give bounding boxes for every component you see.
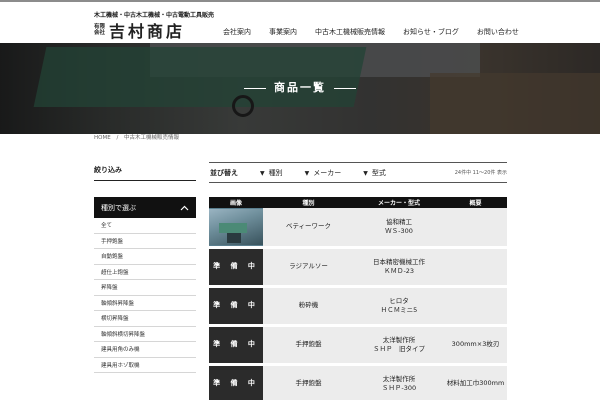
- nav-company[interactable]: 会社案内: [223, 27, 251, 37]
- category-item[interactable]: 建具用ホゾ取機: [94, 358, 196, 373]
- sort-dropdown-type[interactable]: ▼ 種別: [260, 168, 283, 178]
- table-row[interactable]: 準 備 中 手押鉋盤 太洋製作所 ＳＨＰ-300 材料加工巾300mm: [209, 364, 507, 400]
- sort-dropdown-model[interactable]: ▼ 型式: [363, 168, 386, 178]
- category-item[interactable]: 手押鉋盤: [94, 234, 196, 249]
- cell-type: 手押鉋盤: [263, 364, 354, 400]
- logo-company-type: 有限 会社: [94, 23, 106, 37]
- category-item[interactable]: 建具用角のみ機: [94, 342, 196, 358]
- breadcrumb-current: 中古木工機械販売情報: [124, 135, 180, 141]
- filter-title: 絞り込み: [94, 165, 196, 181]
- window-top-border: [0, 0, 600, 2]
- image-placeholder: 準 備 中: [209, 364, 263, 400]
- cell-summary: 300mm×3枚刃: [444, 325, 507, 366]
- cell-type: ラジアルソー: [263, 247, 354, 288]
- result-count: 24件中 11〜20件 表示: [454, 170, 507, 176]
- cell-maker: 日本精密機械工作 ＫＭＤ-23: [354, 247, 444, 288]
- cell-maker: 太洋製作所 ＳＨＰ 旧タイプ: [354, 325, 444, 366]
- cell-type: 手押鉋盤: [263, 325, 354, 366]
- title-dash-left: [244, 87, 266, 89]
- column-header-summary: 概要: [444, 197, 507, 208]
- breadcrumb-separator: /: [116, 135, 119, 141]
- category-item[interactable]: 昇降盤: [94, 280, 196, 296]
- product-photo[interactable]: [209, 208, 263, 249]
- column-header-maker: メーカー・型式: [354, 197, 444, 208]
- sort-label: 並び替え: [210, 167, 238, 177]
- breadcrumb-home[interactable]: HOME: [94, 135, 111, 141]
- table-header-row: 画像 種別 メーカー・型式 概要: [209, 197, 507, 208]
- cell-maker: 協和精工 ＷＳ-300: [354, 208, 444, 249]
- cell-summary: [444, 208, 507, 249]
- category-item[interactable]: 軸傾斜横切昇降盤: [94, 327, 196, 342]
- title-dash-right: [334, 87, 356, 89]
- breadcrumb: HOME / 中古木工機械販売情報: [94, 133, 183, 141]
- product-image: [209, 208, 263, 245]
- product-list-main: 並び替え ▼ 種別 ▼ メーカー ▼ 型式 24件中 11〜20件 表示 画像 種別 …: [209, 162, 507, 400]
- nav-contact[interactable]: お問い合わせ: [477, 27, 519, 37]
- category-item[interactable]: 自動鉋盤: [94, 249, 196, 265]
- category-list: 全て 手押鉋盤 自動鉋盤 超仕上鉋盤 昇降盤 軸傾斜昇降盤 横切昇降盤 軸傾斜横…: [94, 218, 196, 373]
- cell-summary: [444, 286, 507, 327]
- dropdown-arrow-icon: ▼: [260, 169, 265, 177]
- category-item[interactable]: 全て: [94, 218, 196, 234]
- hero-banner: 商品一覧: [0, 43, 600, 134]
- table-row[interactable]: 準 備 中 ラジアルソー 日本精密機械工作 ＫＭＤ-23: [209, 247, 507, 288]
- sort-dropdown-maker[interactable]: ▼ メーカー: [305, 168, 342, 178]
- image-placeholder: 準 備 中: [209, 286, 263, 327]
- cell-type: 粉砕機: [263, 286, 354, 327]
- column-header-image: 画像: [209, 197, 263, 208]
- nav-business[interactable]: 事業案内: [269, 27, 297, 37]
- table-row[interactable]: 準 備 中 粉砕機 ヒロタ ＨＣＭミニ5: [209, 286, 507, 327]
- column-header-type: 種別: [263, 197, 354, 208]
- dropdown-arrow-icon: ▼: [363, 169, 368, 177]
- cell-maker: ヒロタ ＨＣＭミニ5: [354, 286, 444, 327]
- filter-section: 絞り込み: [94, 165, 196, 181]
- chevron-up-icon: [180, 205, 189, 210]
- image-placeholder: 準 備 中: [209, 325, 263, 366]
- cell-type: ベティーワーク: [263, 208, 354, 249]
- cell-summary: [444, 247, 507, 288]
- site-logo[interactable]: 有限 会社 吉村商店: [94, 21, 186, 41]
- table-row[interactable]: 準 備 中 手押鉋盤 太洋製作所 ＳＨＰ 旧タイプ 300mm×3枚刃: [209, 325, 507, 366]
- page-title: 商品一覧: [0, 79, 600, 95]
- logo-name: 吉村商店: [109, 22, 186, 41]
- category-filter-heading: 種別で選ぶ: [101, 203, 136, 212]
- category-item[interactable]: 横切昇降盤: [94, 311, 196, 327]
- nav-used-machines[interactable]: 中古木工機械販売情報: [315, 27, 385, 37]
- image-placeholder: 準 備 中: [209, 247, 263, 288]
- dropdown-arrow-icon: ▼: [304, 169, 310, 177]
- cell-maker: 太洋製作所 ＳＨＰ-300: [354, 364, 444, 400]
- global-nav: 会社案内 事業案内 中古木工機械販売情報 お知らせ・ブログ お問い合わせ: [223, 27, 537, 37]
- table-row[interactable]: ベティーワーク 協和精工 ＷＳ-300: [209, 208, 507, 249]
- cell-summary: 材料加工巾300mm: [444, 364, 507, 400]
- category-item[interactable]: 軸傾斜昇降盤: [94, 296, 196, 311]
- category-filter-header[interactable]: 種別で選ぶ: [94, 197, 196, 218]
- category-filter-panel: 種別で選ぶ 全て 手押鉋盤 自動鉋盤 超仕上鉋盤 昇降盤 軸傾斜昇降盤 横切昇降…: [94, 197, 196, 373]
- category-item[interactable]: 超仕上鉋盤: [94, 265, 196, 280]
- sort-bar: 並び替え ▼ 種別 ▼ メーカー ▼ 型式 24件中 11〜20件 表示: [209, 162, 507, 183]
- product-table: 画像 種別 メーカー・型式 概要 ベティーワーク 協和精工 ＷＳ-300 準 備 …: [209, 197, 507, 400]
- nav-news-blog[interactable]: お知らせ・ブログ: [403, 27, 459, 37]
